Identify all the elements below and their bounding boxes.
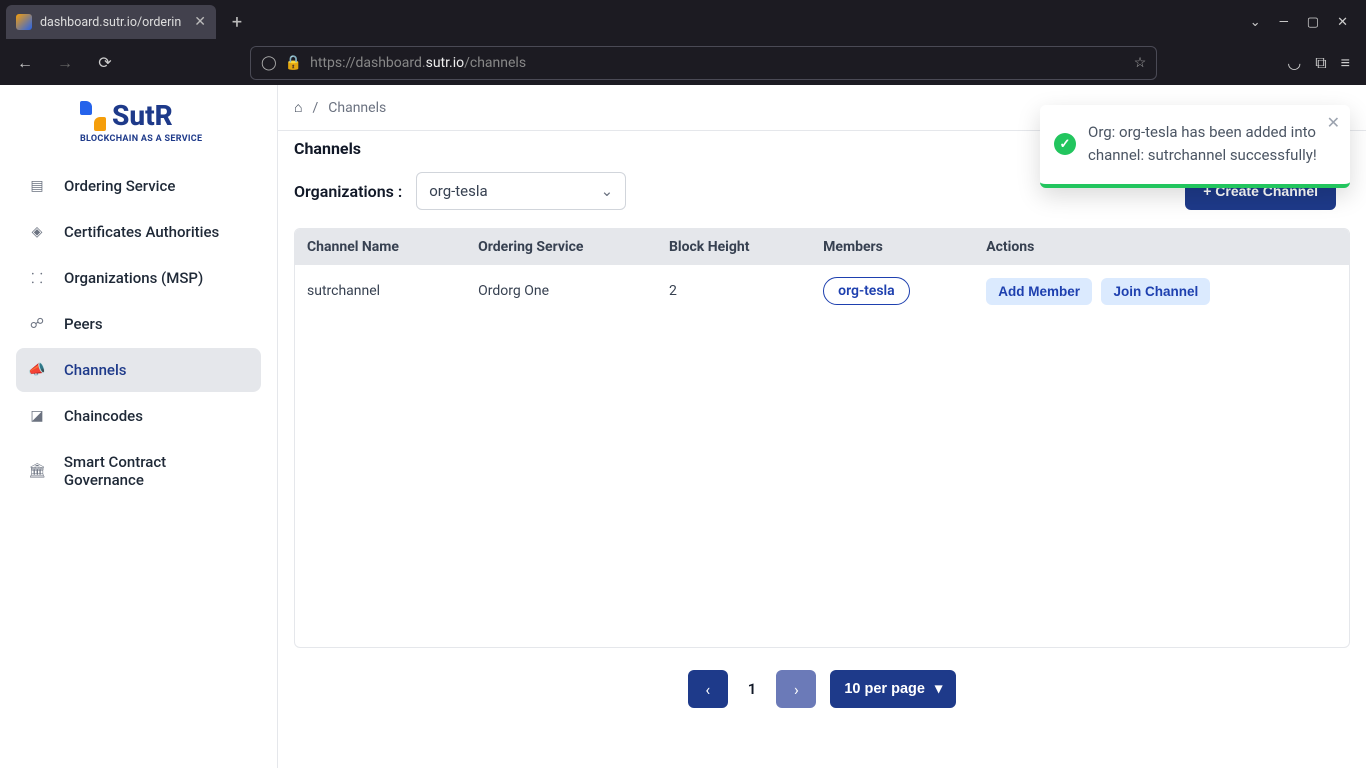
sidebar-item-label: Certificates Authorities (64, 223, 219, 241)
url-bar[interactable]: ◯ 🔒 https://dashboard.sutr.io/channels ☆ (250, 46, 1157, 80)
close-tab-icon[interactable]: ✕ (194, 14, 206, 30)
menu-icon[interactable]: ≡ (1341, 53, 1350, 73)
breadcrumb-current: Channels (328, 100, 386, 116)
sidebar-item-peers[interactable]: ☍ Peers (16, 302, 261, 346)
favicon-icon (16, 14, 32, 30)
sidebar-item-channels[interactable]: 📣 Channels (16, 348, 261, 392)
extensions-icon[interactable]: ⧉ (1315, 53, 1326, 73)
chevron-down-icon[interactable]: ⌄ (1250, 15, 1261, 30)
app-root: SutR BLOCKCHAIN AS A SERVICE ▤ Ordering S… (0, 85, 1366, 768)
logo-text: SutR (112, 99, 173, 132)
channels-icon: 📣 (28, 361, 46, 379)
lock-icon: 🔒 (285, 55, 302, 71)
org-icon: ⸬ (28, 269, 46, 287)
pagination: ‹ 1 › 10 per page ▾ (278, 648, 1366, 708)
sidebar: SutR BLOCKCHAIN AS A SERVICE ▤ Ordering S… (0, 85, 278, 768)
sidebar-item-label: Chaincodes (64, 407, 143, 425)
close-icon[interactable]: ✕ (1327, 113, 1340, 132)
layers-icon: ▤ (28, 177, 46, 195)
pocket-icon[interactable]: ◡ (1287, 53, 1301, 72)
close-window-icon[interactable]: ✕ (1337, 15, 1348, 30)
back-button[interactable]: ← (10, 48, 40, 78)
sidebar-item-organizations[interactable]: ⸬ Organizations (MSP) (16, 256, 261, 300)
select-value: org-tesla (429, 182, 487, 200)
sidebar-item-governance[interactable]: 🏛 Smart Contract Governance (16, 440, 261, 502)
join-channel-button[interactable]: Join Channel (1101, 278, 1210, 305)
new-tab-button[interactable]: + (222, 12, 252, 33)
shield-icon: ◯ (261, 55, 277, 71)
table-row: sutrchannel Ordorg One 2 org-tesla Add M… (295, 265, 1349, 317)
url-text: https://dashboard.sutr.io/channels (310, 55, 1126, 71)
pagination-next-button[interactable]: › (776, 670, 816, 708)
chevron-left-icon: ‹ (705, 680, 710, 699)
sidebar-item-label: Channels (64, 361, 127, 379)
cell-channel-name: sutrchannel (295, 265, 466, 317)
logo-icon (80, 101, 106, 131)
page-size-select[interactable]: 10 per page ▾ (830, 670, 956, 708)
window-controls: ⌄ — ▢ ✕ (1250, 15, 1360, 30)
home-icon[interactable]: ⌂ (294, 99, 302, 116)
add-member-button[interactable]: Add Member (986, 278, 1092, 305)
pagination-prev-button[interactable]: ‹ (688, 670, 728, 708)
browser-chrome: dashboard.sutr.io/orderin ✕ + ⌄ — ▢ ✕ ← … (0, 0, 1366, 85)
chevron-down-icon: ⌄ (601, 182, 614, 200)
cell-members: org-tesla (811, 265, 974, 317)
maximize-icon[interactable]: ▢ (1307, 15, 1319, 30)
sidebar-nav: ▤ Ordering Service ◈ Certificates Authorit… (0, 152, 277, 502)
logo: SutR BLOCKCHAIN AS A SERVICE (0, 85, 277, 152)
cell-ordering-service: Ordorg One (466, 265, 657, 317)
certificate-icon: ◈ (28, 223, 46, 241)
chevron-right-icon: › (794, 680, 799, 699)
tab-title: dashboard.sutr.io/orderin (40, 15, 186, 30)
organizations-select[interactable]: org-tesla ⌄ (416, 172, 626, 210)
th-block-height: Block Height (657, 229, 811, 265)
chaincode-icon: ◪ (28, 407, 46, 425)
success-toast: ✓ Org: org-tesla has been added into cha… (1040, 105, 1350, 188)
organizations-label: Organizations : (294, 182, 402, 201)
logo-subtitle: BLOCKCHAIN AS A SERVICE (80, 134, 257, 144)
check-circle-icon: ✓ (1054, 133, 1076, 155)
sidebar-item-label: Organizations (MSP) (64, 269, 203, 287)
sidebar-item-label: Smart Contract Governance (64, 453, 249, 489)
cell-actions: Add Member Join Channel (974, 265, 1349, 317)
th-members: Members (811, 229, 974, 265)
browser-tab[interactable]: dashboard.sutr.io/orderin ✕ (6, 5, 216, 39)
minimize-icon[interactable]: — (1279, 15, 1289, 30)
reload-button[interactable]: ⟳ (90, 48, 120, 78)
governance-icon: 🏛 (28, 462, 46, 480)
th-ordering-service: Ordering Service (466, 229, 657, 265)
th-channel-name: Channel Name (295, 229, 466, 265)
th-actions: Actions (974, 229, 1349, 265)
page-size-label: 10 per page (844, 681, 925, 697)
member-chip[interactable]: org-tesla (823, 277, 910, 305)
main-content: ⌂ / Channels Channels Organizations : or… (278, 85, 1366, 768)
caret-down-icon: ▾ (935, 681, 942, 697)
forward-button[interactable]: → (50, 48, 80, 78)
cell-block-height: 2 (657, 265, 811, 317)
toast-message: Org: org-tesla has been added into chann… (1088, 121, 1332, 168)
sidebar-item-ordering-service[interactable]: ▤ Ordering Service (16, 164, 261, 208)
nav-bar: ← → ⟳ ◯ 🔒 https://dashboard.sutr.io/chan… (0, 40, 1366, 85)
sidebar-item-certificates[interactable]: ◈ Certificates Authorities (16, 210, 261, 254)
sidebar-item-label: Ordering Service (64, 177, 175, 195)
sidebar-item-chaincodes[interactable]: ◪ Chaincodes (16, 394, 261, 438)
table-header-row: Channel Name Ordering Service Block Heig… (295, 229, 1349, 265)
pagination-page: 1 (742, 680, 763, 698)
channels-table: Channel Name Ordering Service Block Heig… (294, 228, 1350, 648)
sidebar-item-label: Peers (64, 315, 103, 333)
breadcrumb-separator: / (312, 100, 318, 116)
bookmark-icon[interactable]: ☆ (1134, 55, 1147, 71)
tab-strip: dashboard.sutr.io/orderin ✕ + ⌄ — ▢ ✕ (0, 0, 1366, 40)
peers-icon: ☍ (28, 315, 46, 333)
